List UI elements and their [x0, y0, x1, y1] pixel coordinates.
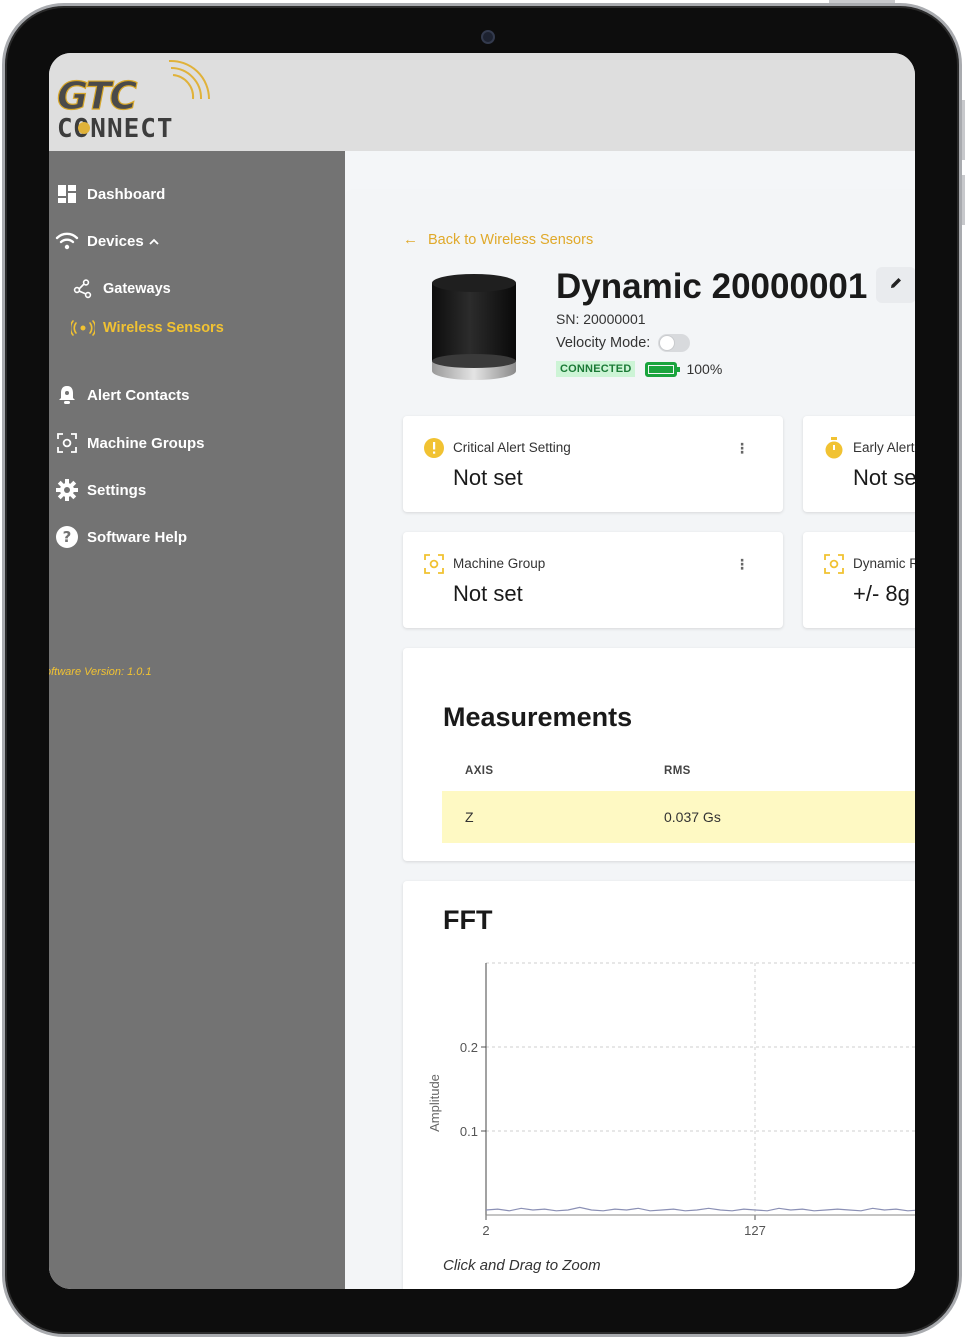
chevron-up-icon	[149, 233, 159, 250]
y-axis-label: Amplitude	[427, 1074, 442, 1132]
sidebar-item-label: Dashboard	[87, 185, 166, 203]
volume-up-button	[962, 100, 965, 160]
card-label: Dynamic R	[853, 556, 915, 571]
critical-alert-card[interactable]: Critical Alert Setting Not set ⋮	[403, 416, 783, 512]
sidebar-item-settings[interactable]: Settings	[55, 475, 146, 505]
back-to-wireless-sensors-link[interactable]: ← Back to Wireless Sensors	[403, 231, 593, 248]
sidebar-item-devices[interactable]: Devices	[55, 226, 159, 256]
sidebar-item-label: Software Help	[87, 528, 188, 546]
card-label: Early Alert	[853, 440, 915, 455]
svg-text:GTC: GTC	[57, 74, 137, 118]
column-header-rms: RMS	[664, 765, 691, 777]
sensor-status: CONNECTED 100%	[556, 361, 722, 377]
edit-sensor-button[interactable]	[876, 267, 915, 303]
sidebar-item-label: Machine Groups	[87, 434, 205, 452]
help-icon: ?	[55, 525, 79, 549]
zoom-hint: Click and Drag to Zoom	[443, 1257, 601, 1274]
measurements-card: Measurements AXIS RMS Z 0.037 Gs	[403, 648, 915, 861]
sidebar-item-software-help[interactable]: ? Software Help	[55, 522, 187, 552]
radio-icon	[71, 316, 95, 340]
more-vert-icon[interactable]: ⋮	[735, 556, 749, 573]
volume-down-button	[962, 175, 965, 225]
serial-number: SN: 20000001	[556, 311, 646, 327]
wifi-icon	[55, 229, 79, 253]
sidebar-item-label: Devices	[87, 232, 144, 250]
sensor-image	[432, 274, 516, 380]
front-camera	[481, 30, 495, 44]
measurements-title: Measurements	[443, 702, 633, 732]
gear-icon	[55, 478, 79, 502]
sensor-detail-panel: ← Back to Wireless Sensors Dynamic 20000…	[345, 189, 915, 1289]
bell-icon	[55, 383, 79, 407]
x-tick-label: 127	[744, 1223, 766, 1238]
sidebar-item-wireless-sensors[interactable]: Wireless Sensors	[71, 313, 224, 343]
rms-cell: 0.037 Gs	[664, 809, 721, 825]
velocity-mode-toggle[interactable]	[658, 334, 691, 352]
machine-group-card[interactable]: Machine Group Not set ⋮	[403, 532, 783, 628]
fft-chart[interactable]: 0.1 0.2 2 127 Amplitude	[403, 941, 915, 1251]
sensor-title: Dynamic 20000001	[556, 267, 868, 306]
top-bar: GTC CONNECT	[49, 53, 915, 151]
card-label: Critical Alert Setting	[453, 440, 571, 455]
back-link-label: Back to Wireless Sensors	[428, 231, 594, 248]
machine-group-icon	[55, 431, 79, 455]
fft-series-line	[485, 1206, 915, 1212]
y-tick-label: 0.2	[460, 1040, 478, 1055]
early-alert-card[interactable]: Early Alert Not se	[803, 416, 915, 512]
more-vert-icon[interactable]: ⋮	[735, 440, 749, 457]
arrow-left-icon: ←	[403, 231, 418, 248]
velocity-mode: Velocity Mode:	[556, 334, 691, 352]
table-row: Z 0.037 Gs	[442, 791, 915, 843]
fft-card: FFT 0.1 0.2 2 127 Amplitude Click and Drag t…	[403, 881, 915, 1289]
app-screen: GTC CONNECT Dashboard Devices Gateways W…	[49, 53, 915, 1289]
battery-level: 100%	[686, 361, 723, 377]
card-value: Not set	[453, 465, 523, 490]
velocity-mode-label: Velocity Mode:	[556, 335, 651, 351]
pencil-icon	[889, 276, 903, 295]
fft-title: FFT	[443, 905, 493, 935]
power-button	[829, 0, 895, 3]
timer-icon	[823, 437, 845, 459]
status-badge: CONNECTED	[556, 361, 636, 377]
dynamic-range-card[interactable]: Dynamic R +/- 8g	[803, 532, 915, 628]
sidebar-item-alert-contacts[interactable]: Alert Contacts	[55, 380, 190, 410]
machine-group-icon	[423, 553, 445, 575]
dashboard-icon	[55, 182, 79, 206]
gateway-icon	[71, 277, 95, 301]
software-version: oftware Version: 1.0.1	[49, 666, 152, 678]
axis-cell: Z	[465, 809, 474, 825]
sidebar-item-label: Alert Contacts	[87, 386, 190, 404]
card-value: Not set	[453, 581, 523, 606]
sidebar: Dashboard Devices Gateways Wireless Sens…	[49, 151, 345, 1289]
sidebar-item-machine-groups[interactable]: Machine Groups	[55, 428, 205, 458]
sidebar-item-label: Settings	[87, 481, 147, 499]
sidebar-item-label: Wireless Sensors	[103, 320, 224, 336]
gtc-connect-logo[interactable]: GTC CONNECT	[53, 59, 223, 139]
sidebar-item-dashboard[interactable]: Dashboard	[55, 179, 165, 209]
column-header-axis: AXIS	[465, 765, 494, 777]
card-value: +/- 8g	[853, 581, 910, 606]
alert-circle-icon	[423, 437, 445, 459]
sidebar-item-gateways[interactable]: Gateways	[71, 274, 171, 304]
card-value: Not se	[853, 465, 915, 490]
card-label: Machine Group	[453, 556, 546, 571]
x-tick-label: 2	[482, 1223, 489, 1238]
sidebar-item-label: Gateways	[103, 281, 171, 297]
y-tick-label: 0.1	[460, 1124, 478, 1139]
svg-text:CONNECT: CONNECT	[57, 114, 174, 139]
svg-text:?: ?	[63, 528, 72, 546]
battery-icon	[645, 361, 681, 377]
machine-group-icon	[823, 553, 845, 575]
